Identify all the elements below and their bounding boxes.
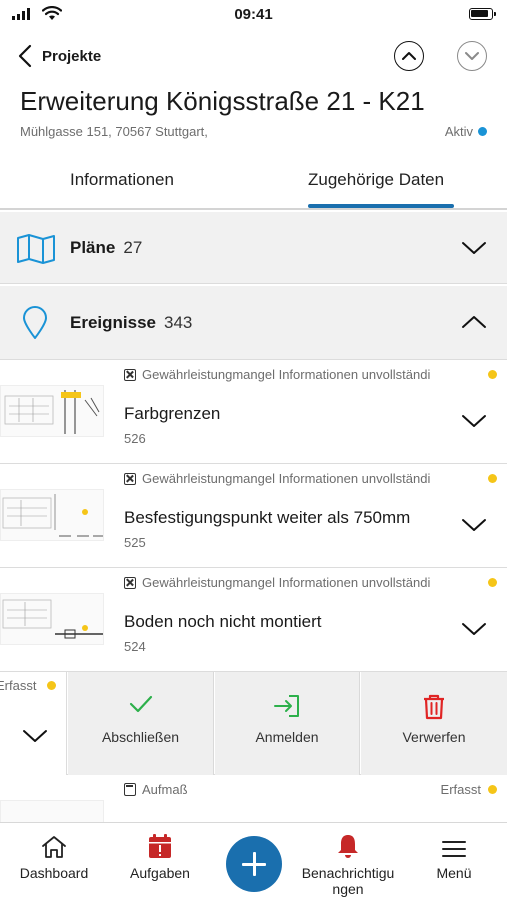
register-button[interactable]: Anmelden — [215, 672, 360, 775]
event-thumbnail — [0, 593, 104, 645]
section-plaene-label: Pläne — [70, 238, 116, 257]
home-icon — [42, 836, 66, 858]
status-dot — [47, 681, 56, 690]
chevron-up-icon — [462, 316, 486, 328]
project-status: Aktiv — [445, 124, 487, 139]
event-list-item[interactable]: Aufmaß Erfasst — [0, 776, 507, 824]
active-tab-indicator — [308, 204, 454, 208]
swiped-event-item[interactable]: Erfasst — [0, 672, 67, 775]
chevron-down-icon[interactable] — [461, 413, 487, 429]
tab-tasks[interactable]: Aufgaben — [114, 823, 206, 881]
section-plaene[interactable]: Pläne 27 — [0, 212, 507, 284]
chevron-down-icon[interactable] — [461, 621, 487, 637]
event-title: Farbgrenzen — [124, 404, 221, 423]
event-number: 526 — [124, 431, 146, 446]
back-button[interactable]: Projekte — [18, 42, 118, 70]
tab-menu-label: Menü — [436, 865, 472, 881]
previous-project-button[interactable] — [394, 41, 424, 71]
project-address: Mühlgasse 151, 70567 Stuttgart, — [20, 124, 208, 139]
project-title: Erweiterung Königsstraße 21 - K21 — [20, 86, 425, 116]
status-dot — [488, 785, 497, 794]
section-ereignisse[interactable]: Ereignisse 343 — [0, 286, 507, 360]
chevron-down-icon[interactable] — [461, 517, 487, 533]
section-ereignisse-count: 343 — [164, 313, 193, 332]
bell-icon — [338, 835, 358, 858]
event-tag-label: Gewährleistungmangel Informationen unvol… — [142, 471, 431, 486]
map-icon — [17, 234, 55, 264]
section-plaene-count: 27 — [123, 238, 143, 257]
tab-menu[interactable]: Menü — [414, 823, 494, 881]
calendar-task-icon — [149, 834, 171, 858]
complete-button[interactable]: Abschließen — [68, 672, 214, 775]
section-ereignisse-title: Ereignisse 343 — [70, 313, 192, 333]
chevron-left-icon — [18, 44, 32, 68]
tab-notifications-label: Benachrichtigu ngen — [301, 865, 395, 897]
event-list-item[interactable]: Gewährleistungmangel Informationen unvol… — [0, 569, 507, 672]
tab-dashboard[interactable]: Dashboard — [8, 823, 100, 881]
register-label: Anmelden — [255, 729, 319, 745]
check-icon — [129, 695, 152, 713]
calculator-icon — [124, 783, 136, 796]
discard-label: Verwerfen — [402, 729, 466, 745]
event-title: Boden noch nicht montiert — [124, 612, 322, 631]
tab-informationen[interactable]: Informationen — [70, 170, 174, 190]
add-button[interactable] — [226, 836, 282, 892]
event-thumbnail — [0, 385, 104, 437]
event-tag-label: Gewährleistungmangel Informationen unvol… — [142, 367, 431, 382]
chevron-up-icon — [402, 52, 416, 60]
chevron-down-icon[interactable] — [22, 728, 48, 744]
battery-icon — [469, 8, 496, 20]
sign-in-icon — [274, 695, 299, 717]
event-status: Erfasst — [0, 678, 37, 693]
status-dot — [488, 474, 497, 483]
status-dot — [478, 127, 487, 136]
warranty-defect-icon — [124, 472, 136, 485]
trash-icon — [424, 694, 444, 720]
next-project-button[interactable] — [457, 41, 487, 71]
event-number: 525 — [124, 535, 146, 550]
section-ereignisse-label: Ereignisse — [70, 313, 156, 332]
status-time: 09:41 — [234, 6, 273, 23]
complete-label: Abschließen — [101, 729, 180, 745]
event-tag-label: Aufmaß — [142, 782, 188, 797]
event-status: Erfasst — [440, 782, 481, 797]
bottom-tab-bar: Dashboard Aufgaben Benachrichtigu ngen M… — [0, 822, 507, 900]
event-list-item[interactable]: Gewährleistungmangel Informationen unvol… — [0, 465, 507, 568]
tab-dashboard-label: Dashboard — [19, 865, 89, 881]
discard-button[interactable]: Verwerfen — [361, 672, 507, 775]
event-thumbnail — [0, 800, 104, 824]
event-tag: Aufmaß — [124, 782, 188, 797]
tab-notifications[interactable]: Benachrichtigu ngen — [292, 823, 404, 897]
event-title: Besfestigungspunkt weiter als 750mm — [124, 508, 411, 527]
event-number: 524 — [124, 639, 146, 654]
location-pin-icon — [23, 306, 47, 339]
chevron-down-icon — [462, 242, 486, 254]
status-dot — [488, 370, 497, 379]
section-plaene-title: Pläne 27 — [70, 238, 142, 258]
event-list-item[interactable]: Gewährleistungmangel Informationen unvol… — [0, 361, 507, 464]
status-dot — [488, 578, 497, 587]
chevron-down-icon — [465, 52, 479, 60]
project-status-label: Aktiv — [444, 124, 473, 139]
swiped-event-row: Erfasst Abschließen Anmelden Verwerfen — [0, 672, 507, 775]
status-bar: 09:41 — [0, 0, 507, 30]
event-tag: Gewährleistungmangel Informationen unvol… — [124, 575, 430, 590]
tab-bar: Informationen Zugehörige Daten — [0, 150, 507, 210]
tab-tasks-label: Aufgaben — [130, 865, 190, 881]
hamburger-menu-icon — [442, 841, 466, 857]
back-label: Projekte — [42, 47, 102, 65]
warranty-defect-icon — [124, 368, 136, 381]
warranty-defect-icon — [124, 576, 136, 589]
tab-zugehoerige-daten[interactable]: Zugehörige Daten — [308, 170, 444, 190]
event-thumbnail — [0, 489, 104, 541]
event-tag: Gewährleistungmangel Informationen unvol… — [124, 471, 430, 486]
event-tag: Gewährleistungmangel Informationen unvol… — [124, 367, 430, 382]
event-tag-label: Gewährleistungmangel Informationen unvol… — [142, 575, 431, 590]
